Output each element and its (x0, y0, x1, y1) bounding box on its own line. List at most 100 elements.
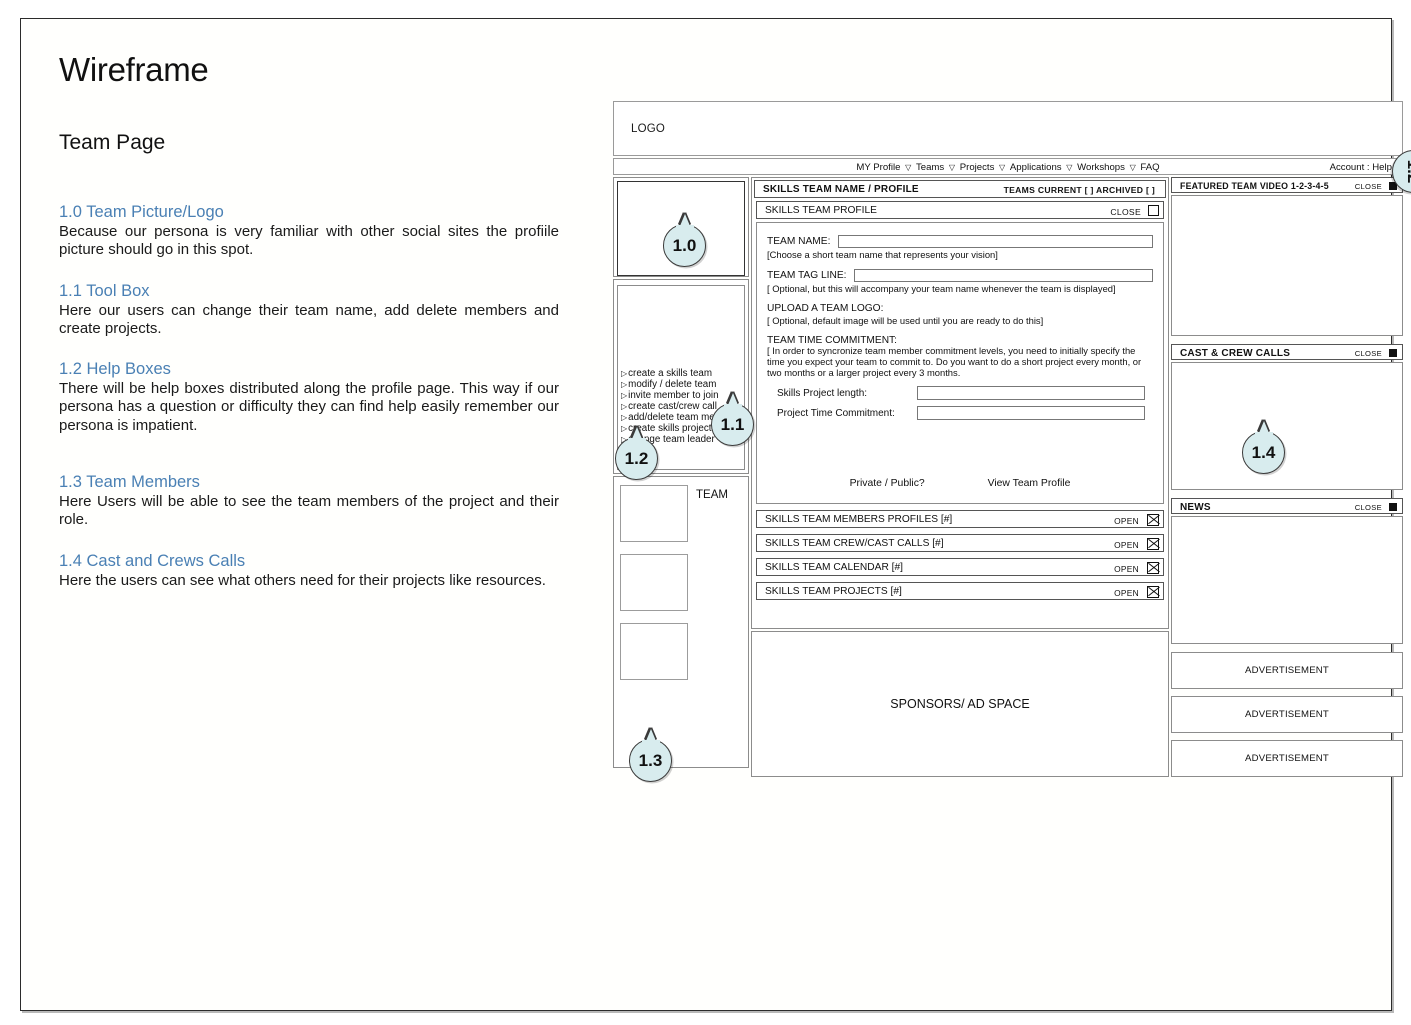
accordion-row-members[interactable]: SKILLS TEAM MEMBERS PROFILES [#] OPEN (756, 510, 1164, 528)
team-name-input[interactable] (838, 235, 1153, 248)
annotation-1-2: 1.2 Help Boxes There will be help boxes … (59, 360, 579, 435)
callout-pointer-mask (675, 225, 694, 229)
accordion-open-label[interactable]: OPEN (1114, 516, 1139, 526)
advertisement-label: ADVERTISEMENT (1245, 665, 1329, 676)
close-square-icon[interactable] (1389, 349, 1397, 357)
annotation-heading: 1.1 Tool Box (59, 281, 150, 300)
center-content-column: SKILLS TEAM NAME / PROFILE TEAMS CURRENT… (751, 177, 1169, 777)
callout-1-1: 1.1 (711, 393, 754, 446)
view-team-profile-link[interactable]: View Team Profile (988, 478, 1071, 489)
team-member-slot[interactable] (620, 623, 688, 680)
teams-filter-label[interactable]: TEAMS CURRENT [ ] ARCHIVED [ ] (1004, 185, 1155, 195)
advertisement-label: ADVERTISEMENT (1245, 753, 1329, 764)
advertisement-slot[interactable]: ADVERTISEMENT (1171, 740, 1403, 777)
project-length-label: Skills Project length: (777, 387, 868, 399)
accordion-label: SKILLS TEAM CREW/CAST CALLS [#] (765, 538, 944, 549)
annotation-1-1: 1.1 Tool Box Here our users can change t… (59, 282, 579, 339)
accordion-row-projects[interactable]: SKILLS TEAM PROJECTS [#] OPEN (756, 582, 1164, 600)
profile-close-label[interactable]: CLOSE (1110, 207, 1141, 217)
sponsors-ad-space: SPONSORS/ AD SPACE (751, 631, 1169, 777)
nav-item-my-profile[interactable]: MY Profile (856, 162, 900, 173)
chevron-down-icon: ▽ (1066, 163, 1073, 172)
mockup-body: create a skills team modify / delete tea… (613, 177, 1403, 784)
profile-panel-title: SKILLS TEAM NAME / PROFILE (763, 184, 919, 195)
privacy-toggle-link[interactable]: Private / Public? (850, 478, 925, 489)
annotation-1-4: 1.4 Cast and Crews Calls Here the users … (59, 552, 579, 590)
annotation-heading: 1.3 Team Members (59, 473, 200, 492)
nav-item-workshops[interactable]: Workshops (1077, 162, 1125, 173)
accordion-open-label[interactable]: OPEN (1114, 540, 1139, 550)
callout-pointer-mask (641, 740, 660, 744)
close-checkbox-icon[interactable] (1148, 204, 1159, 216)
callout-1-0: 1.0 (663, 214, 706, 267)
callout-label: 1.3 (638, 750, 663, 770)
callout-1-2-toolbox: 1.2 (615, 427, 658, 480)
annotation-heading: 1.2 Help Boxes (59, 360, 171, 379)
team-tagline-label: TEAM TAG LINE: (767, 270, 847, 281)
annotation-1-0: 1.0 Team Picture/Logo Because our person… (59, 203, 579, 260)
accordion-label: SKILLS TEAM PROJECTS [#] (765, 586, 902, 597)
nav-item-faq[interactable]: FAQ (1140, 162, 1159, 173)
callout-1-3: 1.3 (629, 729, 672, 782)
documentation-column: Wireframe Team Page 1.0 Team Picture/Log… (59, 51, 579, 612)
team-member-slot[interactable] (620, 554, 688, 611)
nav-item-applications[interactable]: Applications (1010, 162, 1062, 173)
nav-item-teams[interactable]: Teams (916, 162, 944, 173)
accordion-open-label[interactable]: OPEN (1114, 564, 1139, 574)
accordion-row-crew-cast-calls[interactable]: SKILLS TEAM CREW/CAST CALLS [#] OPEN (756, 534, 1164, 552)
advertisement-slot[interactable]: ADVERTISEMENT (1171, 696, 1403, 733)
callout-pointer-mask (627, 438, 646, 442)
annotation-list: 1.0 Team Picture/Logo Because our person… (59, 203, 579, 590)
chevron-down-icon: ▽ (999, 163, 1006, 172)
news-close-label[interactable]: CLOSE (1355, 503, 1382, 512)
callout-label: 1.1 (720, 414, 745, 434)
featured-video-close-label[interactable]: CLOSE (1355, 182, 1382, 191)
close-square-icon[interactable] (1389, 503, 1397, 511)
upload-logo-hint: [ Optional, default image will be used u… (767, 315, 1044, 326)
close-x-icon[interactable] (1147, 538, 1159, 550)
annotation-body: Here the users can see what others need … (59, 571, 546, 589)
close-x-icon[interactable] (1147, 586, 1159, 598)
callout-label: 1.2 (1404, 159, 1411, 184)
accordion-open-label[interactable]: OPEN (1114, 588, 1139, 598)
annotation-1-3: 1.3 Team Members Here Users will be able… (59, 473, 579, 530)
wireframe-page: Wireframe Team Page 1.0 Team Picture/Log… (0, 0, 1411, 1025)
close-x-icon[interactable] (1147, 514, 1159, 526)
annotation-body: Here Users will be able to see the team … (59, 493, 559, 529)
featured-video-header: FEATURED TEAM VIDEO 1-2-3-4-5 CLOSE (1171, 177, 1403, 193)
chevron-down-icon: ▽ (948, 163, 956, 172)
account-help-link[interactable]: Account : Help (1330, 162, 1392, 173)
project-time-label: Project Time Commitment: (777, 407, 895, 419)
main-navigation-bar[interactable]: MY Profile ▽ Teams ▽ Projects ▽ Applicat… (613, 158, 1403, 175)
callout-pointer-mask (723, 404, 742, 408)
advertisement-slot[interactable]: ADVERTISEMENT (1171, 652, 1403, 689)
team-member-slot[interactable] (620, 485, 688, 542)
time-commitment-hint: [ In order to syncronize team member com… (767, 345, 1142, 378)
team-name-row: TEAM NAME: (767, 235, 1153, 248)
nav-items: MY Profile ▽ Teams ▽ Projects ▽ Applicat… (614, 162, 1402, 173)
callout-label: 1.0 (672, 235, 697, 255)
news-pane[interactable] (1171, 516, 1403, 644)
project-length-input[interactable] (917, 386, 1145, 401)
accordion-label: SKILLS TEAM CALENDAR [#] (765, 562, 903, 573)
team-tagline-input[interactable] (854, 269, 1153, 282)
team-members-label: TEAM (696, 489, 728, 501)
featured-video-pane[interactable] (1171, 195, 1403, 336)
nav-item-projects[interactable]: Projects (960, 162, 995, 173)
accordion-row-calendar[interactable]: SKILLS TEAM CALENDAR [#] OPEN (756, 558, 1164, 576)
profile-frame: SKILLS TEAM NAME / PROFILE TEAMS CURRENT… (751, 177, 1169, 629)
cast-crew-calls-pane[interactable] (1171, 362, 1403, 490)
close-x-icon[interactable] (1147, 562, 1159, 574)
team-profile-form: TEAM NAME: [Choose a short team name tha… (756, 222, 1164, 504)
project-time-input[interactable] (917, 406, 1145, 421)
page-subtitle: Team Page (59, 131, 166, 154)
profile-frame-spacer (752, 600, 1168, 628)
annotation-body: There will be help boxes distributed alo… (59, 380, 559, 434)
advertisement-label: ADVERTISEMENT (1245, 709, 1329, 720)
cast-crew-calls-close-label[interactable]: CLOSE (1355, 349, 1382, 358)
annotation-body: Here our users can change their team nam… (59, 301, 559, 337)
site-logo-bar: LOGO (613, 101, 1403, 156)
annotation-heading: 1.0 Team Picture/Logo (59, 203, 224, 221)
